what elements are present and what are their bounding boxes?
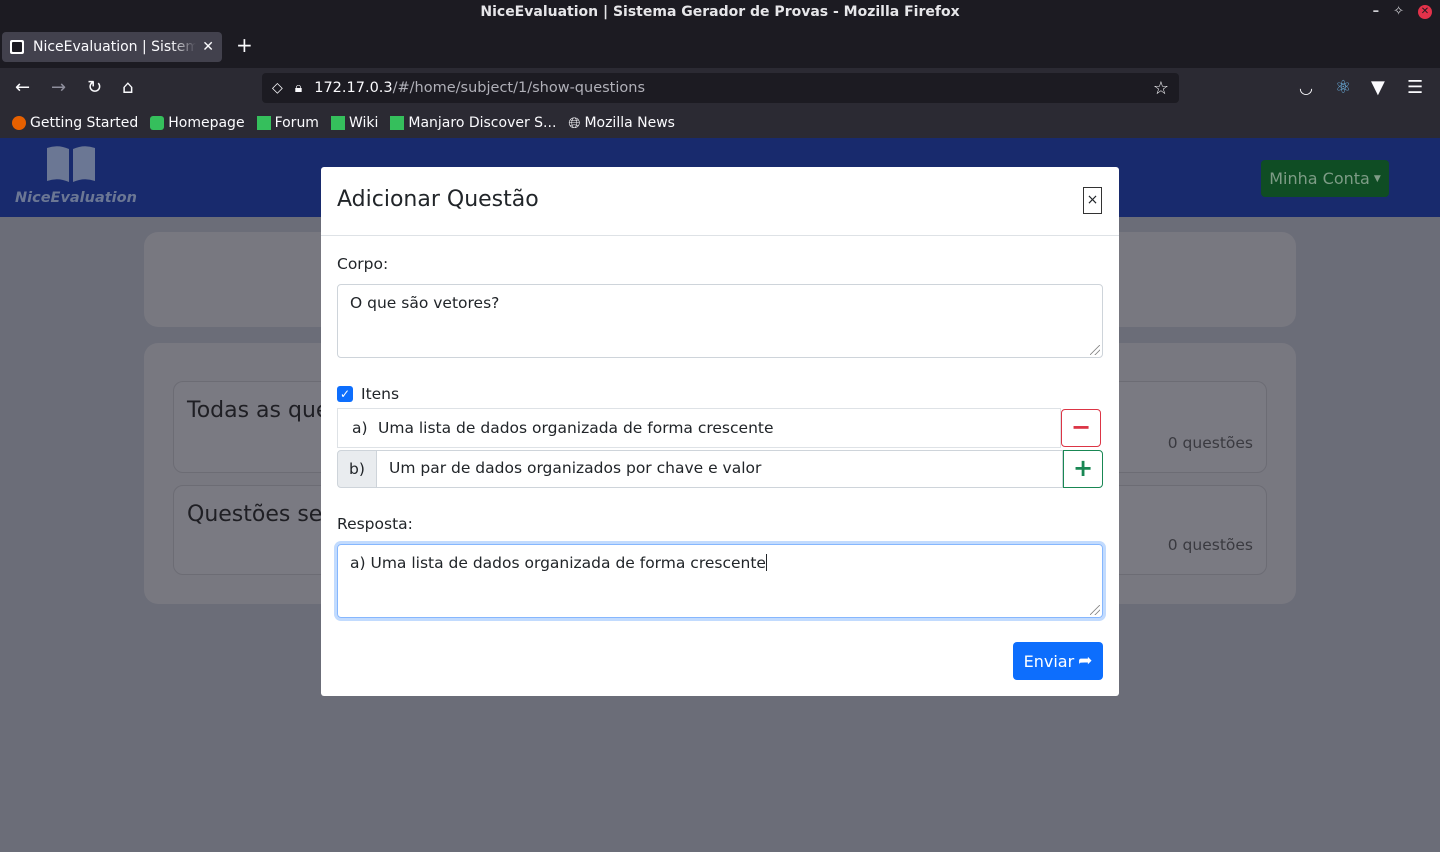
remove-item-button[interactable]: − bbox=[1061, 409, 1101, 447]
account-label: Minha Conta bbox=[1269, 169, 1370, 188]
body-textarea[interactable]: O que são vetores? bbox=[337, 284, 1103, 358]
pocket-icon[interactable]: ◡ bbox=[1299, 68, 1313, 108]
question-group-title: Todas as que bbox=[187, 398, 330, 423]
url-bar[interactable]: ◇ 🔒︎ 172.17.0.3/#/home/subject/1/show-qu… bbox=[262, 73, 1179, 103]
question-group-title: Questões ser bbox=[187, 502, 332, 527]
window-titlebar: NiceEvaluation | Sistema Gerador de Prov… bbox=[0, 0, 1440, 24]
react-devtools-icon[interactable]: ⚛ bbox=[1335, 68, 1351, 108]
bookmark-label: Wiki bbox=[348, 115, 379, 131]
add-item-button[interactable]: + bbox=[1063, 450, 1103, 488]
items-label: Itens bbox=[361, 385, 400, 403]
share-arrow-icon: ➦ bbox=[1078, 651, 1093, 671]
bookmark-getting-started[interactable]: Getting Started bbox=[12, 115, 138, 131]
new-tab-icon[interactable]: + bbox=[236, 33, 253, 57]
new-item-row: b) Um par de dados organizados por chave… bbox=[337, 450, 1103, 490]
submit-label: Enviar bbox=[1023, 651, 1075, 671]
manjaro-icon bbox=[330, 116, 345, 130]
question-group-count: 0 questões bbox=[1167, 536, 1253, 554]
account-dropdown-button[interactable]: Minha Conta ▼ bbox=[1261, 160, 1389, 197]
window-close-icon[interactable]: ✕ bbox=[1418, 5, 1432, 19]
question-group-count: 0 questões bbox=[1167, 434, 1253, 452]
bookmark-wiki[interactable]: Wiki bbox=[330, 115, 379, 131]
submit-button[interactable]: Enviar ➦ bbox=[1013, 642, 1103, 680]
new-item-input[interactable]: Um par de dados organizados por chave e … bbox=[376, 450, 1063, 488]
answer-textarea[interactable]: a) Uma lista de dados organizada de form… bbox=[337, 544, 1103, 618]
bookmarks-bar: Getting Started Homepage Forum Wiki Manj… bbox=[0, 108, 1440, 138]
window-title: NiceEvaluation | Sistema Gerador de Prov… bbox=[480, 4, 960, 20]
bookmark-label: Mozilla News bbox=[584, 115, 675, 131]
add-question-modal: Adicionar Questão × Corpo: O que são vet… bbox=[321, 167, 1119, 696]
lock-icon[interactable]: 🔒︎ bbox=[295, 80, 302, 96]
firefox-icon bbox=[12, 116, 26, 130]
shield-icon[interactable]: ◇ bbox=[272, 80, 283, 96]
back-icon[interactable]: ← bbox=[15, 68, 30, 108]
caret-down-icon: ▼ bbox=[1373, 173, 1381, 184]
reload-icon[interactable]: ↻ bbox=[87, 68, 102, 108]
manjaro-icon bbox=[256, 116, 271, 130]
bookmark-label: Manjaro Discover S... bbox=[408, 115, 557, 131]
bookmark-mozilla-news[interactable]: 🌐︎ Mozilla News bbox=[568, 114, 675, 132]
extension-icon[interactable]: ▼ bbox=[1371, 68, 1385, 108]
bookmark-homepage[interactable]: Homepage bbox=[150, 115, 245, 131]
items-checkbox[interactable]: ✓ bbox=[337, 386, 353, 402]
bookmark-label: Getting Started bbox=[30, 115, 139, 131]
item-row: a) Uma lista de dados organizada de form… bbox=[337, 408, 1103, 448]
tab-close-icon[interactable]: ✕ bbox=[202, 39, 214, 55]
bookmark-manjaro-discover[interactable]: Manjaro Discover S... bbox=[390, 115, 556, 131]
manjaro-icon bbox=[390, 116, 405, 130]
item-text: Uma lista de dados organizada de forma c… bbox=[378, 419, 774, 437]
bookmark-label: Forum bbox=[274, 115, 319, 131]
bookmark-star-icon[interactable]: ☆ bbox=[1153, 78, 1169, 99]
forward-icon[interactable]: → bbox=[51, 68, 66, 108]
menu-icon[interactable]: ☰ bbox=[1407, 68, 1423, 108]
item-display: a) Uma lista de dados organizada de form… bbox=[337, 408, 1061, 448]
url-path: /#/home/subject/1/show-questions bbox=[392, 80, 646, 96]
browser-tab[interactable]: NiceEvaluation | Sistema Gerador de Prov… bbox=[2, 32, 222, 62]
text-caret bbox=[765, 554, 767, 571]
body-label: Corpo: bbox=[337, 255, 389, 273]
brand-name[interactable]: NiceEvaluation bbox=[15, 190, 137, 206]
window-controls: – ✧ ✕ bbox=[1373, 0, 1432, 24]
tab-favicon-icon bbox=[10, 40, 24, 54]
body-value: O que são vetores? bbox=[350, 294, 500, 312]
answer-value: a) Uma lista de dados organizada de form… bbox=[350, 554, 766, 572]
resize-grip-icon[interactable] bbox=[1090, 605, 1100, 615]
modal-header: Adicionar Questão × bbox=[321, 167, 1119, 236]
answer-label: Resposta: bbox=[337, 515, 413, 533]
bookmark-label: Homepage bbox=[168, 115, 245, 131]
item-letter: a) bbox=[352, 419, 368, 437]
bookmark-forum[interactable]: Forum bbox=[256, 115, 319, 131]
resize-grip-icon[interactable] bbox=[1090, 345, 1100, 355]
globe-icon: 🌐︎ bbox=[568, 114, 581, 132]
url-host: 172.17.0.3 bbox=[314, 80, 393, 96]
modal-close-button[interactable]: × bbox=[1083, 187, 1102, 214]
modal-title: Adicionar Questão bbox=[337, 187, 539, 212]
book-icon bbox=[47, 146, 95, 182]
minimize-icon[interactable]: – bbox=[1373, 0, 1380, 24]
home-icon[interactable]: ⌂ bbox=[122, 68, 133, 108]
new-item-letter: b) bbox=[337, 450, 377, 488]
maximize-icon[interactable]: ✧ bbox=[1393, 0, 1404, 24]
tab-title: NiceEvaluation | Sistema Gerador de Prov… bbox=[33, 39, 197, 55]
manjaro-icon bbox=[150, 116, 165, 130]
